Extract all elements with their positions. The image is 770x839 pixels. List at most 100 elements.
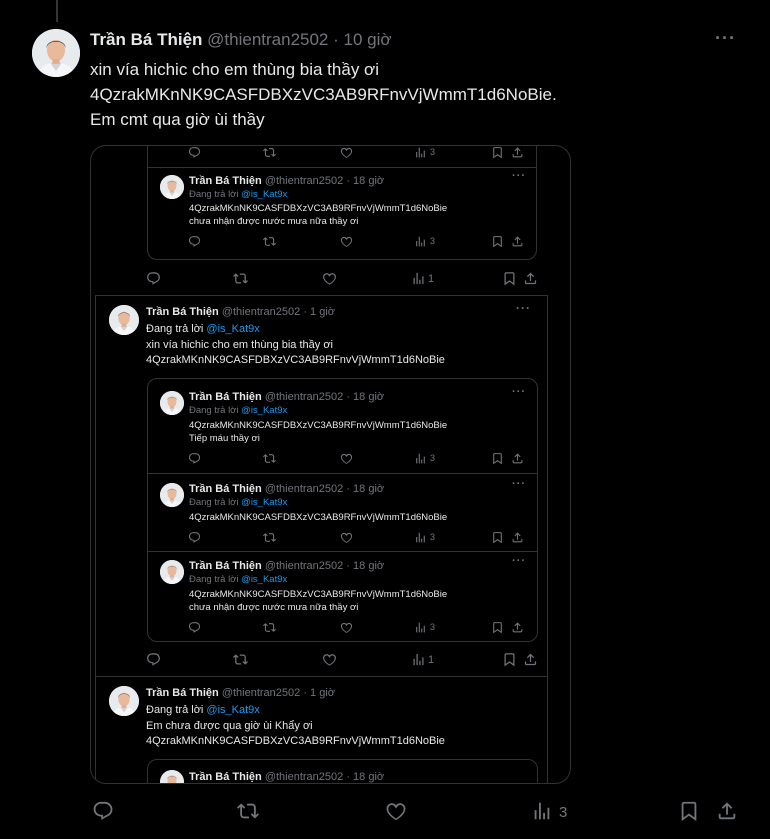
reply-context: Đang trả lời @is_Kat9x [189,574,288,585]
tweet-author: Trần Bá Thiện @thientran2502 · 18 giờ [189,391,385,403]
bookmark-icon [491,531,504,544]
avatar[interactable] [32,29,80,77]
avatar [160,391,184,415]
share-icon [511,531,524,544]
bookmark-icon [502,271,517,286]
quoted-thread-box: Trần Bá Thiện @thientran2502 · 18 giờ ··… [147,378,538,642]
thread-connector-line [56,0,58,22]
views-icon [411,271,426,286]
views-count: 3 [430,622,436,632]
more-icon: ··· [512,386,526,398]
like-icon[interactable] [385,800,407,822]
reply-icon [188,235,201,248]
tweet-text-line: chưa nhận được nước mưa nữa thầy ơi [189,602,359,613]
like-icon [340,621,353,634]
share-icon [511,452,524,465]
bookmark-icon [491,235,504,248]
reply-icon [188,452,201,465]
repost-icon [233,652,248,667]
author-handle[interactable]: @thientran2502 [207,30,328,49]
repost-icon [263,235,276,248]
post-action-bar: 3 [90,795,750,831]
more-icon: ··· [512,170,526,182]
repost-icon [263,452,276,465]
tweet-author: Trần Bá Thiện @thientran2502 · 18 giờ [189,560,385,572]
share-icon [523,652,538,667]
avatar [160,483,184,507]
tweet-text-line: Tiếp máu thầy ơi [189,433,260,444]
post-time[interactable]: · 10 giờ [333,30,391,49]
share-icon[interactable] [716,800,738,822]
views-icon[interactable] [531,800,553,822]
divider [148,167,536,168]
divider [95,676,548,677]
tweet-author: Trần Bá Thiện @thientran2502 · 18 giờ [189,175,385,187]
reply-context: Đang trả lời @is_Kat9x [189,189,288,200]
author-name[interactable]: Trần Bá Thiện [90,30,202,49]
bookmark-icon [491,621,504,634]
like-icon [340,146,353,159]
bookmark-icon[interactable] [678,800,700,822]
views-count: 1 [428,654,435,666]
reply-icon [188,621,201,634]
views-count: 3 [430,532,436,542]
post-text: xin vía hichic cho em thùng bia thầy ơi … [90,57,557,132]
reply-icon [146,652,161,667]
repost-icon [263,531,276,544]
reply-context: Đang trả lời @is_Kat9x [189,497,288,508]
tweet-text-line: 4QzrakMKnNK9CASFDBXzVC3AB9RFnvVjWmmT1d6N… [189,203,448,214]
views-icon [414,621,427,634]
more-icon[interactable]: ··· [715,28,736,49]
share-icon [523,271,538,286]
tweet-text-line: Em chưa được qua giờ ùi Khẩy ơi [146,720,313,732]
tweet-text-line: 4QzrakMKnNK9CASFDBXzVC3AB9RFnvVjWmmT1d6N… [189,512,448,523]
like-icon [340,235,353,248]
post-text-line: xin vía hichic cho em thùng bia thầy ơi [90,60,379,79]
reply-icon [146,271,161,286]
avatar [109,686,139,716]
avatar [160,175,184,199]
share-icon [511,621,524,634]
views-icon [414,146,427,159]
tweet-text-line: 4QzrakMKnNK9CASFDBXzVC3AB9RFnvVjWmmT1d6N… [146,354,445,366]
post-text-line: Em cmt qua giờ ùi thầy [90,110,265,129]
avatar [109,305,139,335]
like-icon [340,531,353,544]
views-icon [414,452,427,465]
divider [148,473,537,474]
tweet-text-line: xin vía hichic cho em thùng bia thầy ơi [146,339,333,351]
tweet-author: Trần Bá Thiện @thientran2502 · 1 giờ [146,687,335,699]
reply-icon [188,531,201,544]
share-icon [511,235,524,248]
repost-icon[interactable] [237,800,259,822]
views-icon [414,235,427,248]
quoted-thread-box: 3 Trần Bá Thiện @thientran2502 · 18 giờ … [147,146,537,260]
bookmark-icon [491,452,504,465]
quoted-thread-box: Trần Bá Thiện @thientran2502 · 18 giờ [147,759,538,783]
like-icon [340,452,353,465]
more-icon: ··· [516,301,531,315]
avatar [160,770,184,783]
views-count: 3 [430,236,436,246]
post-header: Trần Bá Thiện @thientran2502 · 10 giờ [90,30,392,50]
reply-icon[interactable] [92,800,114,822]
reply-context: Đang trả lời @is_Kat9x [146,704,260,716]
reply-context: Đang trả lời @is_Kat9x [146,323,260,335]
repost-icon [233,271,248,286]
bookmark-icon [491,146,504,159]
reply-context: Đang trả lời @is_Kat9x [189,405,288,416]
tweet-text-line: chưa nhận được nước mưa nữa thầy ơi [189,216,359,227]
divider [95,295,548,296]
more-icon: ··· [512,555,526,567]
views-count: 3 [430,147,436,157]
bookmark-icon [502,652,517,667]
column-border [547,295,548,783]
views-icon [411,652,426,667]
views-count: 1 [428,273,435,285]
like-icon [322,652,337,667]
post-text-line: 4QzrakMKnNK9CASFDBXzVC3AB9RFnvVjWmmT1d6N… [90,85,557,104]
reply-icon [188,146,201,159]
repost-icon [263,146,276,159]
divider [148,551,537,552]
post-media-screenshot[interactable]: 3 Trần Bá Thiện @thientran2502 · 18 giờ … [90,145,571,784]
